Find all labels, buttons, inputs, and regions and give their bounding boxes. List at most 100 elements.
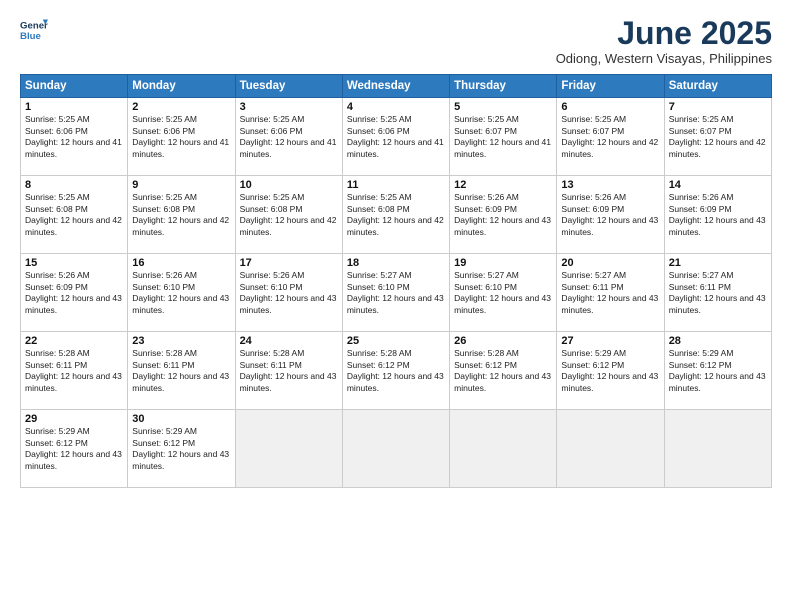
header-wednesday: Wednesday — [342, 75, 449, 98]
calendar: Sunday Monday Tuesday Wednesday Thursday… — [20, 74, 772, 488]
calendar-cell: 25Sunrise: 5:28 AMSunset: 6:12 PMDayligh… — [342, 332, 449, 410]
cell-content: Sunrise: 5:25 AMSunset: 6:06 PMDaylight:… — [240, 114, 337, 158]
calendar-cell: 26Sunrise: 5:28 AMSunset: 6:12 PMDayligh… — [450, 332, 557, 410]
cell-content: Sunrise: 5:29 AMSunset: 6:12 PMDaylight:… — [561, 348, 658, 392]
cell-content: Sunrise: 5:26 AMSunset: 6:09 PMDaylight:… — [454, 192, 551, 236]
day-number: 29 — [25, 413, 123, 425]
calendar-cell: 16Sunrise: 5:26 AMSunset: 6:10 PMDayligh… — [128, 254, 235, 332]
calendar-week-2: 8Sunrise: 5:25 AMSunset: 6:08 PMDaylight… — [21, 176, 772, 254]
cell-content: Sunrise: 5:28 AMSunset: 6:12 PMDaylight:… — [347, 348, 444, 392]
day-number: 25 — [347, 335, 445, 347]
calendar-cell: 15Sunrise: 5:26 AMSunset: 6:09 PMDayligh… — [21, 254, 128, 332]
calendar-week-4: 22 Sunrise: 5:28 AMSunset: 6:11 PMDayligh… — [21, 332, 772, 410]
cell-content: Sunrise: 5:25 AMSunset: 6:06 PMDaylight:… — [25, 114, 122, 158]
cell-content: Sunrise: 5:26 AMSunset: 6:09 PMDaylight:… — [669, 192, 766, 236]
cell-content: Sunrise: 5:29 AMSunset: 6:12 PMDaylight:… — [132, 426, 229, 470]
cell-content: Sunrise: 5:26 AMSunset: 6:09 PMDaylight:… — [25, 270, 122, 314]
title-block: June 2025 Odiong, Western Visayas, Phili… — [556, 16, 772, 66]
cell-content: Sunrise: 5:26 AMSunset: 6:10 PMDaylight:… — [132, 270, 229, 314]
calendar-cell: 4Sunrise: 5:25 AMSunset: 6:06 PMDaylight… — [342, 98, 449, 176]
day-number: 15 — [25, 257, 123, 269]
calendar-cell — [342, 410, 449, 488]
calendar-cell: 7Sunrise: 5:25 AMSunset: 6:07 PMDaylight… — [664, 98, 771, 176]
day-number: 20 — [561, 257, 659, 269]
day-number: 16 — [132, 257, 230, 269]
weekday-header-row: Sunday Monday Tuesday Wednesday Thursday… — [21, 75, 772, 98]
cell-content: Sunrise: 5:25 AMSunset: 6:08 PMDaylight:… — [347, 192, 444, 236]
cell-content: Sunrise: 5:25 AMSunset: 6:07 PMDaylight:… — [561, 114, 658, 158]
day-number: 17 — [240, 257, 338, 269]
calendar-cell: 18Sunrise: 5:27 AMSunset: 6:10 PMDayligh… — [342, 254, 449, 332]
header: General Blue June 2025 Odiong, Western V… — [20, 16, 772, 66]
day-number: 23 — [132, 335, 230, 347]
svg-text:Blue: Blue — [20, 31, 41, 42]
calendar-cell: 19Sunrise: 5:27 AMSunset: 6:10 PMDayligh… — [450, 254, 557, 332]
day-number: 27 — [561, 335, 659, 347]
cell-content: Sunrise: 5:29 AMSunset: 6:12 PMDaylight:… — [25, 426, 122, 470]
calendar-week-5: 29Sunrise: 5:29 AMSunset: 6:12 PMDayligh… — [21, 410, 772, 488]
cell-content: Sunrise: 5:28 AMSunset: 6:12 PMDaylight:… — [454, 348, 551, 392]
day-number: 28 — [669, 335, 767, 347]
day-number: 19 — [454, 257, 552, 269]
day-number: 9 — [132, 179, 230, 191]
calendar-cell: 23Sunrise: 5:28 AMSunset: 6:11 PMDayligh… — [128, 332, 235, 410]
cell-content: Sunrise: 5:28 AMSunset: 6:11 PMDaylight:… — [132, 348, 229, 392]
page: General Blue June 2025 Odiong, Western V… — [0, 0, 792, 612]
day-number: 14 — [669, 179, 767, 191]
header-friday: Friday — [557, 75, 664, 98]
cell-content: Sunrise: 5:29 AMSunset: 6:12 PMDaylight:… — [669, 348, 766, 392]
calendar-cell: 27Sunrise: 5:29 AMSunset: 6:12 PMDayligh… — [557, 332, 664, 410]
calendar-cell: 3Sunrise: 5:25 AMSunset: 6:06 PMDaylight… — [235, 98, 342, 176]
cell-content: Sunrise: 5:27 AMSunset: 6:10 PMDaylight:… — [454, 270, 551, 314]
cell-content: Sunrise: 5:27 AMSunset: 6:11 PMDaylight:… — [669, 270, 766, 314]
calendar-week-3: 15Sunrise: 5:26 AMSunset: 6:09 PMDayligh… — [21, 254, 772, 332]
calendar-cell: 28Sunrise: 5:29 AMSunset: 6:12 PMDayligh… — [664, 332, 771, 410]
calendar-cell — [664, 410, 771, 488]
logo: General Blue — [20, 16, 48, 44]
cell-content: Sunrise: 5:25 AMSunset: 6:07 PMDaylight:… — [669, 114, 766, 158]
calendar-cell: 2Sunrise: 5:25 AMSunset: 6:06 PMDaylight… — [128, 98, 235, 176]
header-thursday: Thursday — [450, 75, 557, 98]
day-number: 22 — [25, 335, 123, 347]
calendar-cell: 13Sunrise: 5:26 AMSunset: 6:09 PMDayligh… — [557, 176, 664, 254]
cell-content: Sunrise: 5:26 AMSunset: 6:10 PMDaylight:… — [240, 270, 337, 314]
cell-content: Sunrise: 5:27 AMSunset: 6:11 PMDaylight:… — [561, 270, 658, 314]
calendar-cell: 12Sunrise: 5:26 AMSunset: 6:09 PMDayligh… — [450, 176, 557, 254]
svg-text:General: General — [20, 20, 48, 31]
calendar-cell: 1Sunrise: 5:25 AMSunset: 6:06 PMDaylight… — [21, 98, 128, 176]
day-number: 12 — [454, 179, 552, 191]
day-number: 1 — [25, 101, 123, 113]
day-number: 5 — [454, 101, 552, 113]
cell-content: Sunrise: 5:25 AMSunset: 6:07 PMDaylight:… — [454, 114, 551, 158]
cell-content: Sunrise: 5:25 AMSunset: 6:08 PMDaylight:… — [240, 192, 337, 236]
day-number: 4 — [347, 101, 445, 113]
calendar-cell: 20Sunrise: 5:27 AMSunset: 6:11 PMDayligh… — [557, 254, 664, 332]
cell-content: Sunrise: 5:27 AMSunset: 6:10 PMDaylight:… — [347, 270, 444, 314]
subtitle: Odiong, Western Visayas, Philippines — [556, 51, 772, 66]
day-number: 8 — [25, 179, 123, 191]
cell-content: Sunrise: 5:25 AMSunset: 6:06 PMDaylight:… — [132, 114, 229, 158]
day-number: 18 — [347, 257, 445, 269]
calendar-cell — [557, 410, 664, 488]
day-number: 3 — [240, 101, 338, 113]
month-title: June 2025 — [556, 16, 772, 51]
calendar-cell: 14Sunrise: 5:26 AMSunset: 6:09 PMDayligh… — [664, 176, 771, 254]
calendar-cell — [450, 410, 557, 488]
calendar-cell: 17Sunrise: 5:26 AMSunset: 6:10 PMDayligh… — [235, 254, 342, 332]
day-number: 13 — [561, 179, 659, 191]
day-number: 30 — [132, 413, 230, 425]
calendar-cell: 21Sunrise: 5:27 AMSunset: 6:11 PMDayligh… — [664, 254, 771, 332]
cell-content: Sunrise: 5:25 AMSunset: 6:08 PMDaylight:… — [25, 192, 122, 236]
day-number: 26 — [454, 335, 552, 347]
day-number: 11 — [347, 179, 445, 191]
calendar-cell: 30Sunrise: 5:29 AMSunset: 6:12 PMDayligh… — [128, 410, 235, 488]
calendar-cell: 9Sunrise: 5:25 AMSunset: 6:08 PMDaylight… — [128, 176, 235, 254]
calendar-week-1: 1Sunrise: 5:25 AMSunset: 6:06 PMDaylight… — [21, 98, 772, 176]
calendar-cell: 22Sunrise: 5:28 AMSunset: 6:11 PMDayligh… — [21, 332, 128, 410]
cell-content: Sunrise: 5:28 AMSunset: 6:11 PMDaylight:… — [240, 348, 337, 392]
calendar-cell: 24Sunrise: 5:28 AMSunset: 6:11 PMDayligh… — [235, 332, 342, 410]
calendar-cell: 29Sunrise: 5:29 AMSunset: 6:12 PMDayligh… — [21, 410, 128, 488]
header-saturday: Saturday — [664, 75, 771, 98]
day-number: 7 — [669, 101, 767, 113]
calendar-cell: 6Sunrise: 5:25 AMSunset: 6:07 PMDaylight… — [557, 98, 664, 176]
